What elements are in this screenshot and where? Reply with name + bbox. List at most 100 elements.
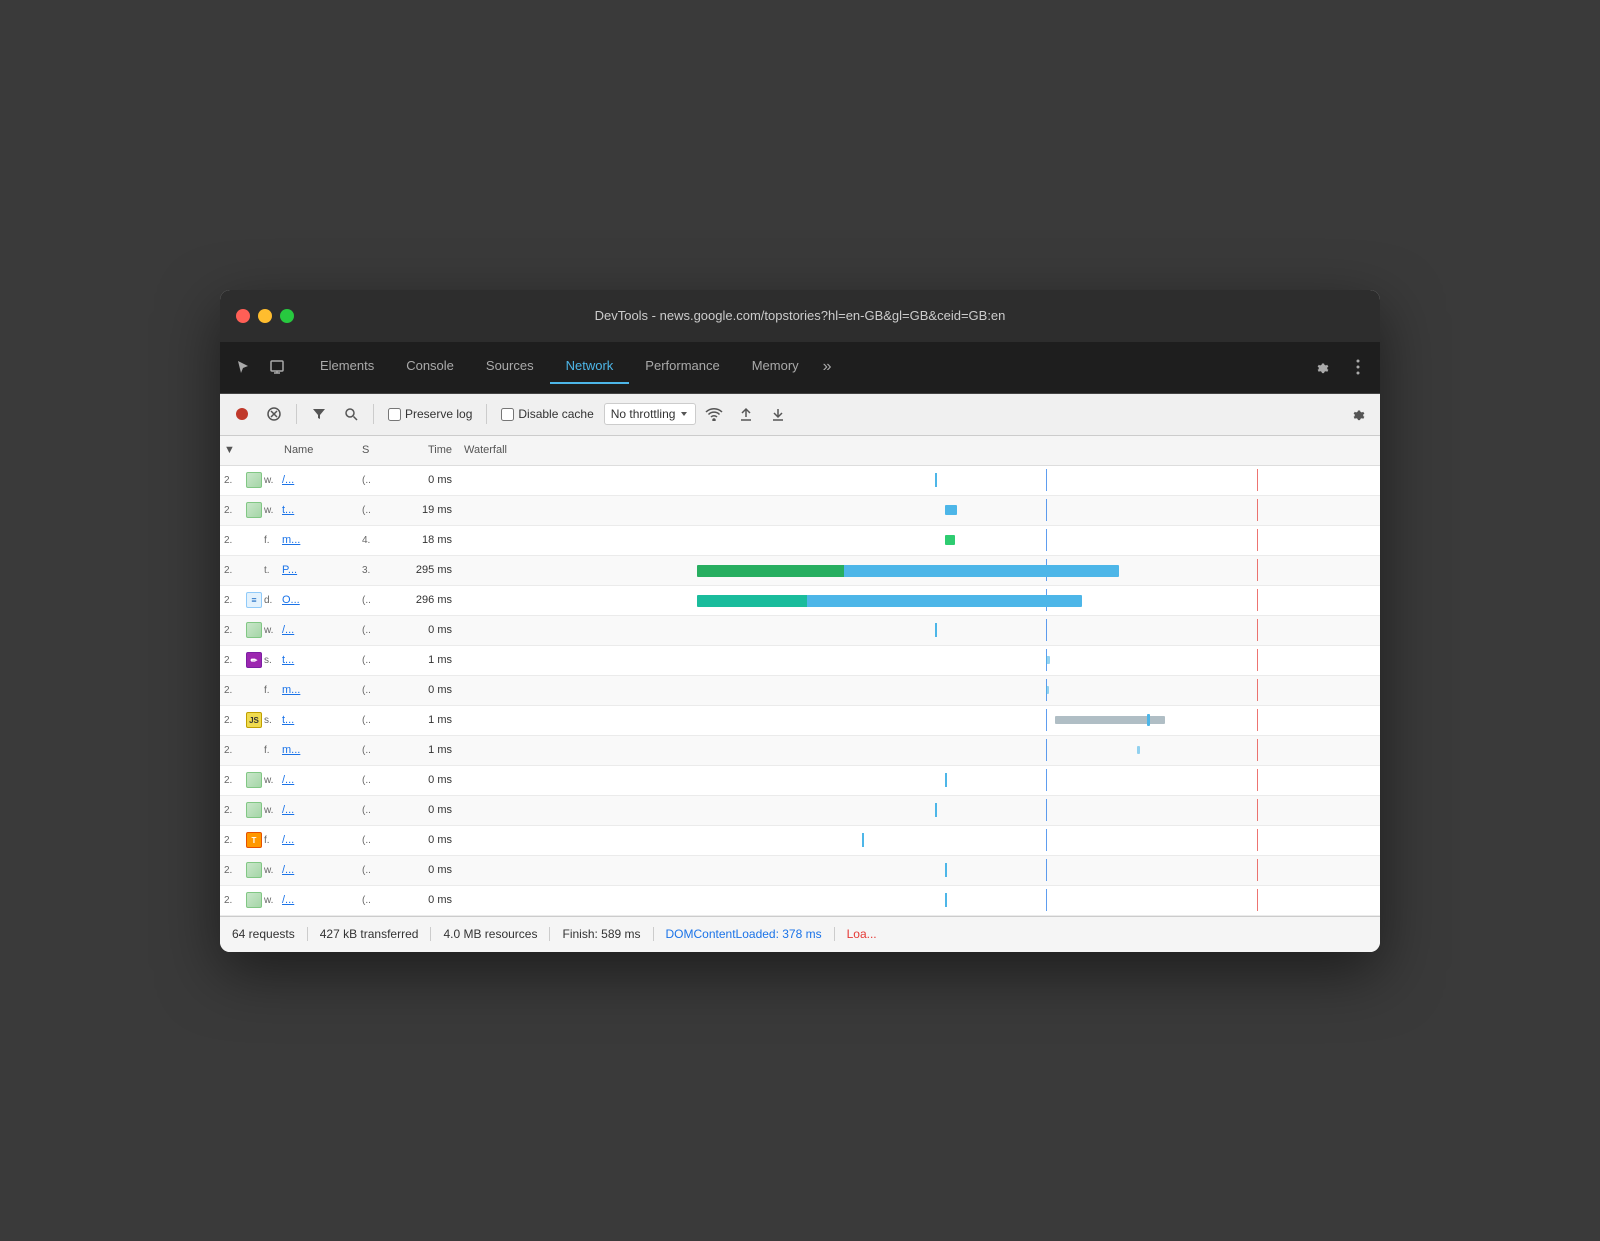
col-header-filter[interactable]: ▼ xyxy=(224,444,246,456)
tab-network[interactable]: Network xyxy=(550,350,630,384)
tab-sources[interactable]: Sources xyxy=(470,350,550,384)
row-filter: 2. xyxy=(224,685,246,696)
row-status: 3. xyxy=(362,565,390,576)
table-row[interactable]: 2. w. /... (.. 0 ms xyxy=(220,466,1380,496)
row-icon-cell xyxy=(246,622,264,638)
row-icon-cell: T xyxy=(246,832,264,848)
settings-gear-icon[interactable] xyxy=(1344,400,1372,428)
row-type: t. xyxy=(264,565,282,576)
table-row[interactable]: 2. w. t... (.. 19 ms xyxy=(220,496,1380,526)
row-waterfall xyxy=(458,829,1376,851)
traffic-lights xyxy=(236,309,294,323)
table-row[interactable]: 2. w. /... (.. 0 ms xyxy=(220,886,1380,916)
row-filter: 2. xyxy=(224,535,246,546)
table-row[interactable]: 2. f. m... 4. 18 ms xyxy=(220,526,1380,556)
tab-right-icons xyxy=(1308,353,1372,381)
row-waterfall xyxy=(458,499,1376,521)
clear-button[interactable] xyxy=(260,400,288,428)
table-row[interactable]: 2. f. m... (.. 1 ms xyxy=(220,736,1380,766)
row-icon-cell: ✏ xyxy=(246,652,264,668)
row-name: /... xyxy=(282,474,362,486)
row-status: 4. xyxy=(362,535,390,546)
table-row[interactable]: 2. ✏ s. t... (.. 1 ms xyxy=(220,646,1380,676)
separator-1 xyxy=(296,404,297,424)
row-name: t... xyxy=(282,504,362,516)
row-name: m... xyxy=(282,744,362,756)
row-filter: 2. xyxy=(224,625,246,636)
title-bar: DevTools - news.google.com/topstories?hl… xyxy=(220,290,1380,342)
row-waterfall xyxy=(458,619,1376,641)
row-status: (.. xyxy=(362,895,390,906)
table-row[interactable]: 2. T f. /... (.. 0 ms xyxy=(220,826,1380,856)
row-type: f. xyxy=(264,535,282,546)
tab-memory[interactable]: Memory xyxy=(736,350,815,384)
row-filter: 2. xyxy=(224,715,246,726)
inspect-icon[interactable] xyxy=(262,352,292,382)
record-button[interactable] xyxy=(228,400,256,428)
disable-cache-checkbox[interactable]: Disable cache xyxy=(495,407,599,421)
table-row[interactable]: 2. f. m... (.. 0 ms xyxy=(220,676,1380,706)
table-row[interactable]: 2. w. /... (.. 0 ms xyxy=(220,856,1380,886)
table-row[interactable]: 2. w. /... (.. 0 ms xyxy=(220,796,1380,826)
tab-elements[interactable]: Elements xyxy=(304,350,390,384)
filter-icon[interactable] xyxy=(305,400,333,428)
window-title: DevTools - news.google.com/topstories?hl… xyxy=(595,308,1006,323)
row-waterfall xyxy=(458,679,1376,701)
tab-icons xyxy=(228,352,292,382)
settings-icon[interactable] xyxy=(1308,353,1336,381)
row-type: w. xyxy=(264,505,282,516)
table-row[interactable]: 2. w. /... (.. 0 ms xyxy=(220,616,1380,646)
preserve-log-checkbox[interactable]: Preserve log xyxy=(382,407,478,421)
network-panel: ▼ Name S Time Waterfall 2. w. /... (.. 0… xyxy=(220,436,1380,916)
throttle-dropdown[interactable]: No throttling xyxy=(604,403,697,425)
row-icon-cell xyxy=(246,502,264,518)
row-type: s. xyxy=(264,655,282,666)
requests-count: 64 requests xyxy=(232,927,308,941)
row-icon-cell xyxy=(246,562,264,578)
devtools-window: DevTools - news.google.com/topstories?hl… xyxy=(220,290,1380,952)
minimize-button[interactable] xyxy=(258,309,272,323)
table-row[interactable]: 2. JS s. t... (.. 1 ms xyxy=(220,706,1380,736)
row-type: f. xyxy=(264,835,282,846)
cursor-icon[interactable] xyxy=(228,352,258,382)
row-waterfall xyxy=(458,709,1376,731)
network-toolbar: Preserve log Disable cache No throttling xyxy=(220,394,1380,436)
row-status: (.. xyxy=(362,505,390,516)
tab-performance[interactable]: Performance xyxy=(629,350,735,384)
more-options-icon[interactable] xyxy=(1344,353,1372,381)
download-icon[interactable] xyxy=(764,400,792,428)
row-time: 0 ms xyxy=(390,624,458,636)
more-tabs-button[interactable]: » xyxy=(815,350,840,384)
row-status: (.. xyxy=(362,475,390,486)
col-header-time[interactable]: Time xyxy=(390,444,458,456)
search-icon[interactable] xyxy=(337,400,365,428)
upload-icon[interactable] xyxy=(732,400,760,428)
close-button[interactable] xyxy=(236,309,250,323)
table-row[interactable]: 2. w. /... (.. 0 ms xyxy=(220,766,1380,796)
row-type: w. xyxy=(264,895,282,906)
col-header-waterfall[interactable]: Waterfall xyxy=(458,444,1376,456)
row-type: w. xyxy=(264,625,282,636)
fullscreen-button[interactable] xyxy=(280,309,294,323)
row-waterfall xyxy=(458,739,1376,761)
resources-size: 4.0 MB resources xyxy=(431,927,550,941)
row-time: 0 ms xyxy=(390,804,458,816)
row-type: d. xyxy=(264,595,282,606)
row-time: 0 ms xyxy=(390,894,458,906)
table-row[interactable]: 2. ≡ d. O... (.. 296 ms xyxy=(220,586,1380,616)
tab-console[interactable]: Console xyxy=(390,350,470,384)
wifi-icon[interactable] xyxy=(700,400,728,428)
row-name: O... xyxy=(282,594,362,606)
col-header-name[interactable]: Name xyxy=(282,444,362,456)
preserve-log-input[interactable] xyxy=(388,408,401,421)
separator-3 xyxy=(486,404,487,424)
row-icon-cell xyxy=(246,532,264,548)
row-waterfall xyxy=(458,529,1376,551)
col-header-status[interactable]: S xyxy=(362,444,390,456)
table-row[interactable]: 2. t. P... 3. 295 ms xyxy=(220,556,1380,586)
row-name: /... xyxy=(282,624,362,636)
disable-cache-input[interactable] xyxy=(501,408,514,421)
row-waterfall xyxy=(458,799,1376,821)
row-name: m... xyxy=(282,534,362,546)
separator-2 xyxy=(373,404,374,424)
